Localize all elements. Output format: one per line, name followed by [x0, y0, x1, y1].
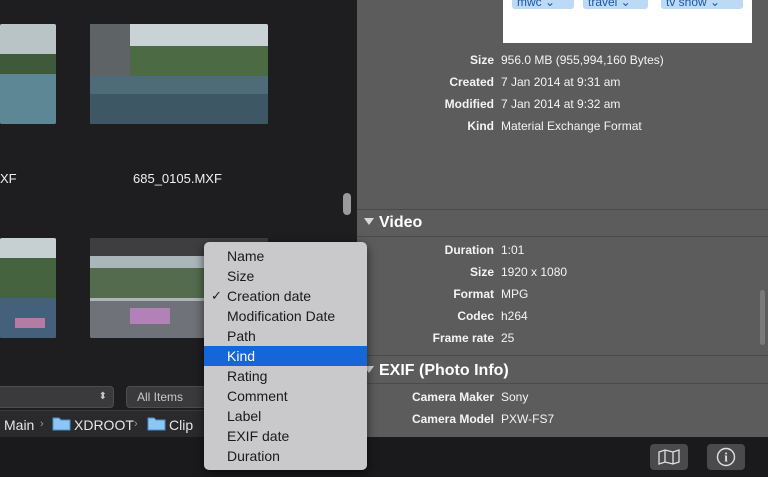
menu-item-size[interactable]: Size	[204, 266, 367, 286]
sort-by-menu: Name Size ✓ Creation date Modification Date P…	[204, 242, 367, 470]
thumbnail-clip-685-0105[interactable]	[90, 24, 268, 124]
video-value: 1:01	[501, 243, 525, 257]
video-value: 25	[501, 331, 515, 345]
video-label: Format	[453, 287, 494, 301]
info-glyph: i	[724, 450, 728, 465]
menu-item-path[interactable]: Path	[204, 326, 367, 346]
exif-section-divider	[357, 355, 768, 356]
chevron-right-icon: ›	[134, 418, 138, 430]
video-label: Codec	[457, 309, 494, 323]
chevron-updown-icon: ⬍	[98, 391, 107, 402]
menu-item-label: Comment	[227, 388, 288, 404]
video-value: h264	[501, 309, 528, 323]
info-value: Material Exchange Format	[501, 119, 642, 133]
menu-item-duration[interactable]: Duration	[204, 446, 367, 466]
info-button[interactable]: i	[707, 444, 745, 470]
exif-label: Camera Maker	[411, 390, 494, 404]
exif-label: Camera Model	[411, 412, 494, 426]
menu-item-label: Label	[227, 408, 262, 424]
breadcrumb-main[interactable]: Main	[4, 417, 34, 433]
menu-item-label: Duration	[227, 448, 280, 464]
menu-item-label[interactable]: Label	[204, 406, 367, 426]
tag-label: mwc	[517, 0, 542, 9]
file-name-label: 685_0105.MXF	[133, 171, 222, 186]
exif-value: Sony	[501, 390, 529, 404]
menu-item-comment[interactable]: Comment	[204, 386, 367, 406]
thumbnail-clip-1[interactable]	[0, 24, 56, 124]
tag-token[interactable]: travel ⌄	[583, 0, 648, 9]
tags-field[interactable]: mwc ⌄ travel ⌄ tv show ⌄	[503, 0, 752, 43]
video-section-divider	[357, 209, 768, 210]
video-label: Duration	[444, 243, 494, 257]
menu-item-label: Kind	[227, 348, 256, 364]
info-label: Modified	[444, 97, 494, 111]
menu-item-label: Modification Date	[227, 308, 336, 324]
menu-item-label: Size	[227, 268, 255, 284]
info-label: Size	[469, 53, 494, 67]
menu-item-label: Rating	[227, 368, 268, 384]
browser-scrollbar[interactable]	[343, 193, 351, 215]
info-label: Kind	[467, 119, 494, 133]
checkmark-icon: ✓	[211, 288, 222, 303]
info-value: 956.0 MB (955,994,160 Bytes)	[501, 53, 664, 67]
tag-token[interactable]: mwc ⌄	[512, 0, 574, 9]
video-section-title[interactable]: Video	[379, 214, 422, 232]
video-label: Frame rate	[432, 331, 494, 345]
menu-item-kind[interactable]: Kind	[204, 346, 367, 366]
menu-item-name[interactable]: Name	[204, 246, 367, 266]
info-label: Created	[449, 75, 494, 89]
folder-icon	[52, 417, 71, 431]
chevron-right-icon: ›	[40, 418, 44, 430]
video-section-divider	[357, 236, 768, 237]
info-icon: i	[716, 447, 736, 467]
filter-popup[interactable]: ⬍	[0, 386, 114, 408]
map-icon	[658, 449, 680, 465]
menu-item-label: Path	[227, 328, 256, 344]
info-value: 7 Jan 2014 at 9:32 am	[501, 97, 621, 111]
video-value: MPG	[501, 287, 529, 301]
menu-item-creation-date[interactable]: ✓ Creation date	[204, 286, 367, 306]
disclosure-triangle-icon[interactable]	[364, 218, 374, 225]
search-popup-label: All Items	[137, 390, 184, 404]
menu-item-rating[interactable]: Rating	[204, 366, 367, 386]
menu-item-label: Creation date	[227, 288, 312, 304]
breadcrumb-clip[interactable]: Clip	[169, 417, 193, 433]
breadcrumb-xdroot[interactable]: XDROOT	[74, 417, 134, 433]
inspector-scrollbar[interactable]	[760, 290, 765, 345]
tag-label: tv show	[666, 0, 707, 9]
menu-item-label: EXIF date	[227, 428, 290, 444]
file-name-label: XF	[0, 171, 17, 186]
thumbnail-clip-3[interactable]	[0, 238, 56, 338]
exif-value: PXW-FS7	[501, 412, 555, 426]
folder-icon	[147, 417, 166, 431]
menu-item-exif-date[interactable]: EXIF date	[204, 426, 367, 446]
tag-label: travel	[588, 0, 618, 9]
menu-item-modification-date[interactable]: Modification Date	[204, 306, 367, 326]
exif-section-title[interactable]: EXIF (Photo Info)	[379, 362, 509, 380]
info-value: 7 Jan 2014 at 9:31 am	[501, 75, 621, 89]
menu-item-label: Name	[227, 248, 265, 264]
map-button[interactable]	[650, 444, 688, 470]
video-value: 1920 x 1080	[501, 265, 568, 279]
exif-section-divider	[357, 383, 768, 384]
tag-token[interactable]: tv show ⌄	[661, 0, 743, 9]
video-label: Size	[469, 265, 494, 279]
